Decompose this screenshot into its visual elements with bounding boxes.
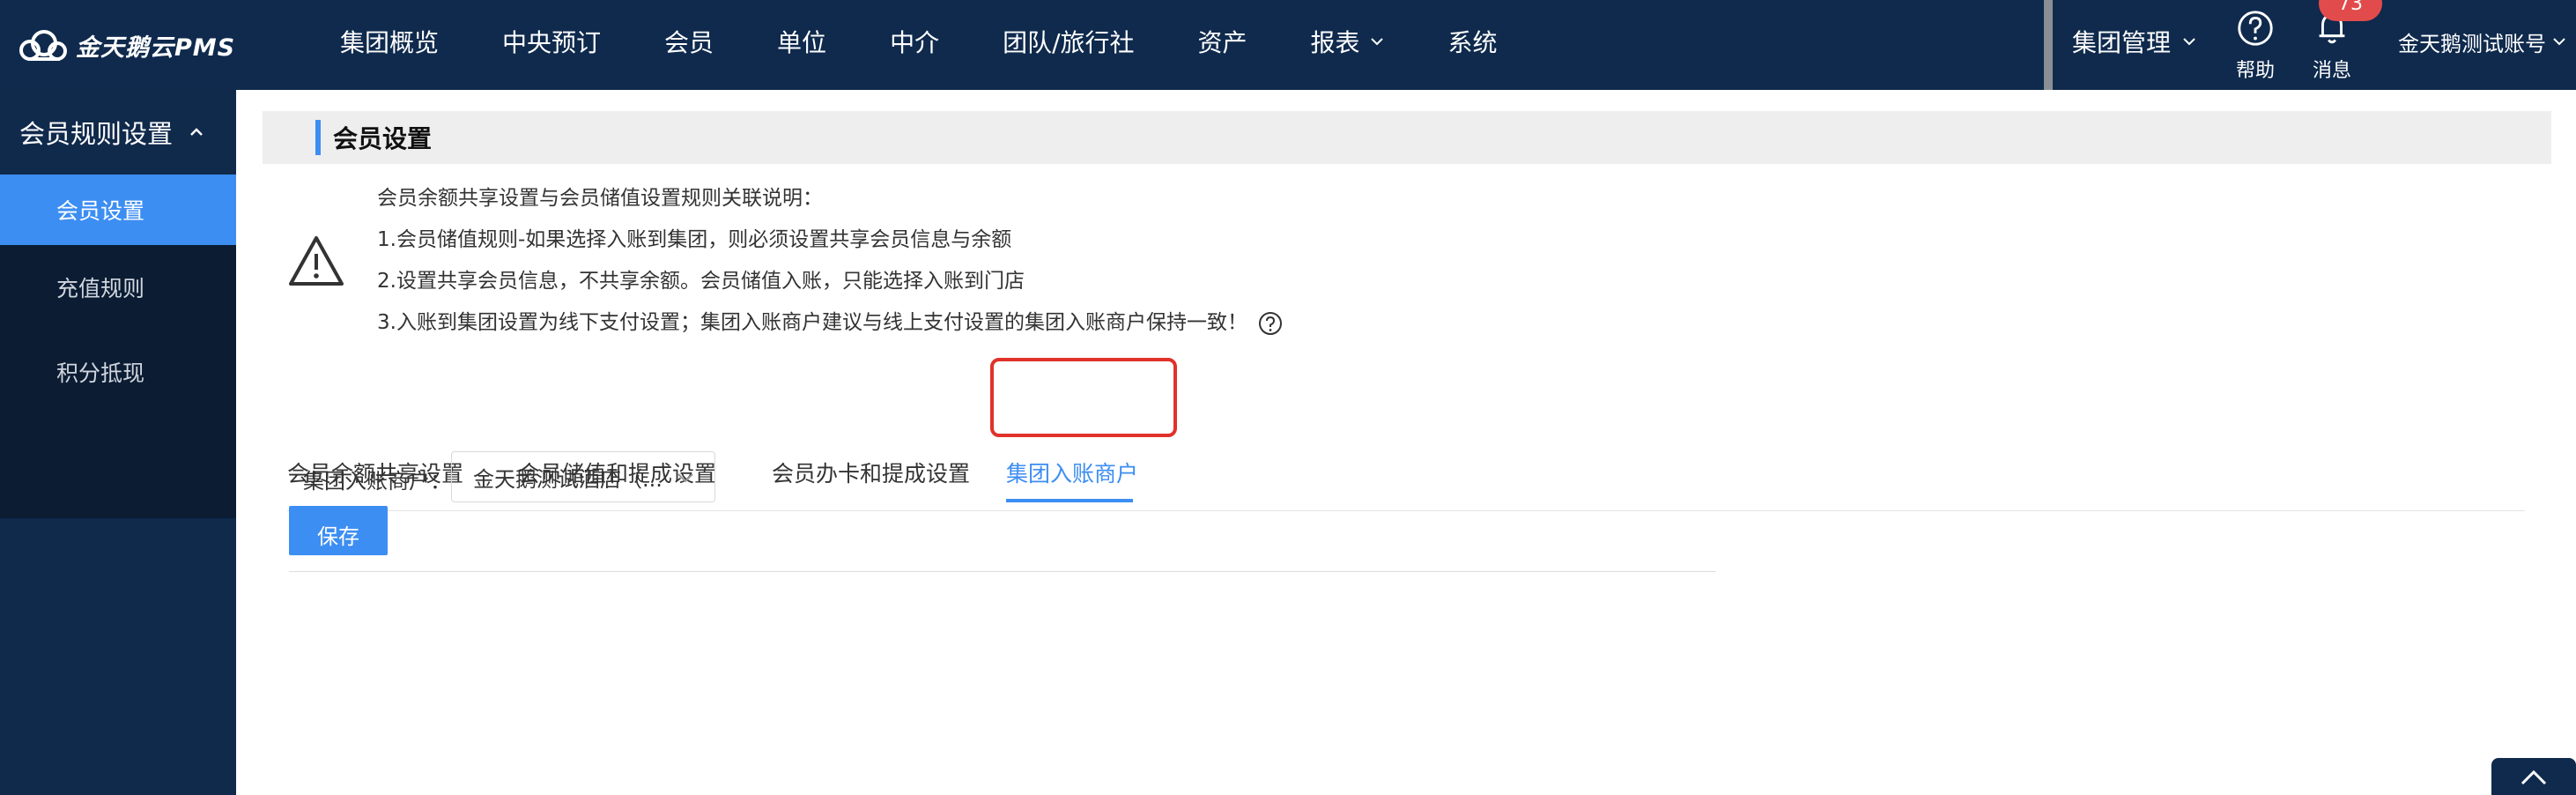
main-nav: 集团概览 中央预订 会员 单位 中介 团队/旅行社 资产 报表 系统 bbox=[308, 0, 1529, 83]
active-tab-indicator bbox=[1006, 499, 1133, 502]
sidebar-item-member-settings[interactable]: 会员设置 bbox=[0, 175, 236, 245]
nav-label: 中央预订 bbox=[502, 28, 602, 57]
nav-label: 集团概览 bbox=[340, 28, 440, 57]
merchant-select[interactable]: 金天鹅测试酒店（... bbox=[451, 451, 715, 502]
help-label: 帮助 bbox=[2235, 60, 2275, 82]
warning-icon bbox=[289, 236, 344, 286]
main-content: 会员设置 会员余额共享设置与会员储值设置规则关联说明： 1.会员储值规则-如果选… bbox=[236, 90, 2576, 795]
note-line: 2.设置共享会员信息，不共享余额。会员储值入账，只能选择入账到门店 bbox=[377, 261, 1283, 302]
nav-item-agent[interactable]: 中介 bbox=[890, 24, 939, 59]
note-line: 1.会员储值规则-如果选择入账到集团，则必须设置共享会员信息与余额 bbox=[377, 219, 1283, 261]
nav-label: 系统 bbox=[1447, 28, 1498, 57]
nav-label: 报表 bbox=[1310, 28, 1360, 57]
nav-label: 单位 bbox=[777, 28, 827, 57]
message-count-badge: 73 bbox=[2319, 0, 2382, 21]
tab-label: 集团入账商户 bbox=[1006, 461, 1139, 487]
nav-item-assets[interactable]: 资产 bbox=[1198, 24, 1247, 59]
sidebar-item-label: 积分抵现 bbox=[56, 360, 145, 386]
note-line: 会员余额共享设置与会员储值设置规则关联说明： bbox=[377, 178, 1283, 219]
merchant-selected-value: 金天鹅测试酒店（... bbox=[473, 466, 663, 492]
nav-divider bbox=[2044, 0, 2053, 90]
nav-item-member[interactable]: 会员 bbox=[664, 24, 714, 59]
app-logo[interactable]: 金天鹅云PMS bbox=[18, 25, 235, 65]
nav-label: 会员 bbox=[664, 28, 714, 57]
sidebar-item-label: 充值规则 bbox=[56, 276, 145, 301]
title-accent-bar bbox=[315, 120, 321, 155]
group-management-dropdown[interactable]: 集团管理 bbox=[2072, 0, 2197, 83]
chevron-down-icon bbox=[1370, 38, 1383, 46]
sidebar-submenu: 会员设置 充值规则 积分抵现 bbox=[0, 175, 236, 518]
tab-group-merchant[interactable]: 集团入账商户 bbox=[1006, 457, 1138, 488]
question-icon[interactable] bbox=[1258, 311, 1283, 336]
sidebar-item-recharge-rules[interactable]: 充值规则 bbox=[0, 245, 236, 330]
sidebar-group-member-rules[interactable]: 会员规则设置 bbox=[0, 90, 236, 175]
save-button[interactable]: 保存 bbox=[289, 506, 388, 555]
note-text: 2.设置共享会员信息，不共享余额。会员储值入账，只能选择入账到门店 bbox=[377, 270, 1025, 293]
sidebar-group-label: 会员规则设置 bbox=[19, 119, 174, 149]
nav-item-central-booking[interactable]: 中央预订 bbox=[502, 24, 601, 59]
nav-item-group-overview[interactable]: 集团概览 bbox=[340, 24, 439, 59]
cloud-logo-icon bbox=[19, 30, 67, 61]
nav-item-unit[interactable]: 单位 bbox=[777, 24, 826, 59]
note-text: 会员余额共享设置与会员储值设置规则关联说明： bbox=[377, 187, 823, 210]
help-icon bbox=[2238, 11, 2273, 46]
page-header: 会员设置 bbox=[263, 111, 2551, 164]
page-title: 会员设置 bbox=[333, 124, 433, 153]
back-to-top-button[interactable] bbox=[2491, 758, 2576, 795]
sidebar: 会员规则设置 会员设置 充值规则 积分抵现 bbox=[0, 90, 236, 795]
tab-label: 会员办卡和提成设置 bbox=[772, 461, 971, 487]
nav-item-system[interactable]: 系统 bbox=[1448, 24, 1498, 59]
chevron-up-icon bbox=[190, 128, 203, 136]
note-text: 3.入账到集团设置为线下支付设置；集团入账商户建议与线上支付设置的集团入账商户保… bbox=[377, 311, 1247, 334]
sidebar-item-points-redeem[interactable]: 积分抵现 bbox=[0, 330, 236, 414]
top-navigation-bar: 金天鹅云PMS 集团概览 中央预订 会员 单位 中介 团队/旅行社 资产 报表 … bbox=[0, 0, 2576, 90]
logo-text: 金天鹅云PMS bbox=[76, 33, 236, 62]
nav-label: 资产 bbox=[1197, 28, 1247, 57]
chevron-down-icon bbox=[2553, 38, 2565, 46]
form-divider bbox=[289, 571, 1716, 572]
note-line: 3.入账到集团设置为线下支付设置；集团入账商户建议与线上支付设置的集团入账商户保… bbox=[377, 302, 1283, 344]
account-name: 金天鹅测试账号 bbox=[2398, 31, 2546, 56]
chevron-down-icon bbox=[677, 473, 693, 483]
nav-label: 中介 bbox=[890, 28, 940, 57]
help-button[interactable]: 帮助 bbox=[2224, 4, 2286, 83]
account-dropdown[interactable]: 金天鹅测试账号 bbox=[2398, 0, 2567, 83]
sidebar-item-label: 会员设置 bbox=[56, 198, 145, 224]
nav-label: 团队/旅行社 bbox=[1003, 28, 1135, 57]
merchant-label: 集团入账商户： bbox=[303, 469, 451, 494]
messages-label: 消息 bbox=[2312, 60, 2351, 82]
nav-item-team-travel[interactable]: 团队/旅行社 bbox=[1003, 24, 1134, 59]
note-text: 1.会员储值规则-如果选择入账到集团，则必须设置共享会员信息与余额 bbox=[377, 228, 1012, 251]
annotation-highlight-box bbox=[990, 358, 1177, 437]
rule-notes: 会员余额共享设置与会员储值设置规则关联说明： 1.会员储值规则-如果选择入账到集… bbox=[377, 178, 1283, 344]
nav-item-reports[interactable]: 报表 bbox=[1311, 24, 1385, 59]
chevron-down-icon bbox=[2183, 38, 2195, 46]
tab-card-commission[interactable]: 会员办卡和提成设置 bbox=[772, 457, 970, 488]
arrow-up-icon bbox=[2520, 769, 2547, 785]
group-management-label: 集团管理 bbox=[2072, 28, 2172, 57]
